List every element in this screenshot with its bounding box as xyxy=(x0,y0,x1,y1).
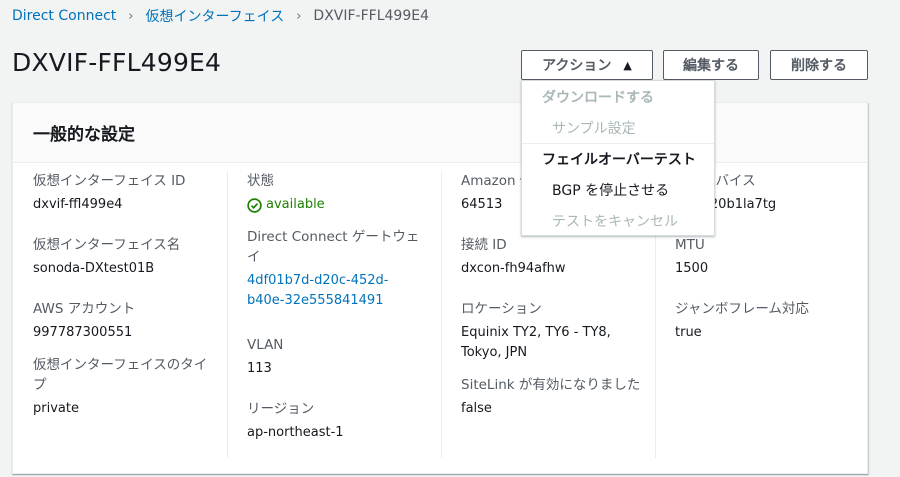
field-label: リージョン xyxy=(247,401,315,417)
actions-button-label: アクション xyxy=(542,58,612,74)
field-vif-type: 仮想インターフェイスのタイプ private xyxy=(33,355,227,419)
breadcrumb: Direct Connect › 仮想インターフェイス › DXVIF-FFL4… xyxy=(12,6,429,26)
general-settings-panel: 一般的な設定 仮想インターフェイス ID dxvif-ffl499e4 仮想イン… xyxy=(12,102,868,474)
menu-item-sample-config: サンプル設定 xyxy=(552,120,636,137)
page-title: DXVIF-FFL499E4 xyxy=(12,48,222,77)
field-value: 113 xyxy=(247,361,272,376)
field-value: 997787300551 xyxy=(33,325,133,340)
actions-button[interactable]: アクション ▲ xyxy=(521,50,653,80)
field-label: Direct Connect ゲートウェイ xyxy=(247,229,420,265)
field-label: ジャンボフレーム対応 xyxy=(675,301,809,317)
field-label: SiteLink が有効になりました xyxy=(461,377,641,393)
field-label: 接続 ID xyxy=(461,237,507,253)
actions-dropdown-menu: ダウンロードする サンプル設定 フェイルオーバーテスト BGP を停止させる テ… xyxy=(521,80,715,236)
field-label: AWS アカウント xyxy=(33,301,136,317)
menu-group-download: ダウンロードする xyxy=(542,89,654,106)
field-value: sonoda-DXtest01B xyxy=(33,261,155,276)
field-connection-id: 接続 ID dxcon-fh94afhw xyxy=(461,235,655,299)
status-available: available xyxy=(247,195,441,215)
check-circle-icon xyxy=(247,197,262,213)
field-dx-gateway: Direct Connect ゲートウェイ 4df01b7d-d20c-452d… xyxy=(247,227,441,335)
breadcrumb-direct-connect[interactable]: Direct Connect xyxy=(12,8,116,24)
column-1: 仮想インターフェイス ID dxvif-ffl499e4 仮想インターフェイス名… xyxy=(13,171,227,419)
field-value: Equinix TY2, TY6 - TY8, Tokyo, JPN xyxy=(461,325,611,360)
field-label: MTU xyxy=(675,237,705,253)
menu-group-failover-test: フェイルオーバーテスト xyxy=(522,143,714,174)
field-label: VLAN xyxy=(247,337,284,353)
field-value: false xyxy=(461,401,492,416)
field-label: ロケーション xyxy=(461,301,542,317)
field-value: dxcon-fh94afhw xyxy=(461,261,566,276)
panel-title: 一般的な設定 xyxy=(33,125,135,145)
field-value: private xyxy=(33,401,79,416)
field-value: 1500 xyxy=(675,261,709,276)
caret-up-icon: ▲ xyxy=(623,58,632,72)
delete-button[interactable]: 削除する xyxy=(770,50,868,80)
field-label: 状態 xyxy=(247,173,274,189)
dx-gateway-link[interactable]: 4df01b7d-d20c-452d-b40e-32e555841491 xyxy=(247,271,417,311)
chevron-right-icon: › xyxy=(296,8,302,24)
chevron-right-icon: › xyxy=(128,8,134,24)
field-label: 仮想インターフェイス名 xyxy=(33,237,181,253)
status-text: available xyxy=(266,197,325,212)
field-location: ロケーション Equinix TY2, TY6 - TY8, Tokyo, JP… xyxy=(461,299,655,375)
field-label: 仮想インターフェイスのタイプ xyxy=(33,357,208,393)
field-vif-name: 仮想インターフェイス名 sonoda-DXtest01B xyxy=(33,235,227,299)
menu-item-cancel-test: テストをキャンセル xyxy=(552,213,678,230)
field-sitelink: SiteLink が有効になりました false xyxy=(461,375,655,419)
field-vlan: VLAN 113 xyxy=(247,335,441,399)
field-region: リージョン ap-northeast-1 xyxy=(247,399,441,443)
edit-button[interactable]: 編集する xyxy=(663,50,759,80)
field-value: true xyxy=(675,325,702,340)
column-2: 状態 available Direct Connect ゲートウェイ 4df01… xyxy=(227,171,441,458)
field-vif-id: 仮想インターフェイス ID dxvif-ffl499e4 xyxy=(33,171,227,235)
menu-item-stop-bgp[interactable]: BGP を停止させる xyxy=(522,174,714,205)
field-mtu: MTU 1500 xyxy=(675,235,869,299)
field-label: 仮想インターフェイス ID xyxy=(33,173,186,189)
field-state: 状態 available xyxy=(247,171,441,227)
breadcrumb-virtual-interfaces[interactable]: 仮想インターフェイス xyxy=(145,6,284,26)
breadcrumb-current: DXVIF-FFL499E4 xyxy=(313,8,429,24)
field-value: dxvif-ffl499e4 xyxy=(33,197,123,212)
field-aws-account: AWS アカウント 997787300551 xyxy=(33,299,227,355)
panel-header: 一般的な設定 xyxy=(13,103,867,163)
field-jumbo: ジャンボフレーム対応 true xyxy=(675,299,869,343)
field-value: ap-northeast-1 xyxy=(247,425,344,440)
